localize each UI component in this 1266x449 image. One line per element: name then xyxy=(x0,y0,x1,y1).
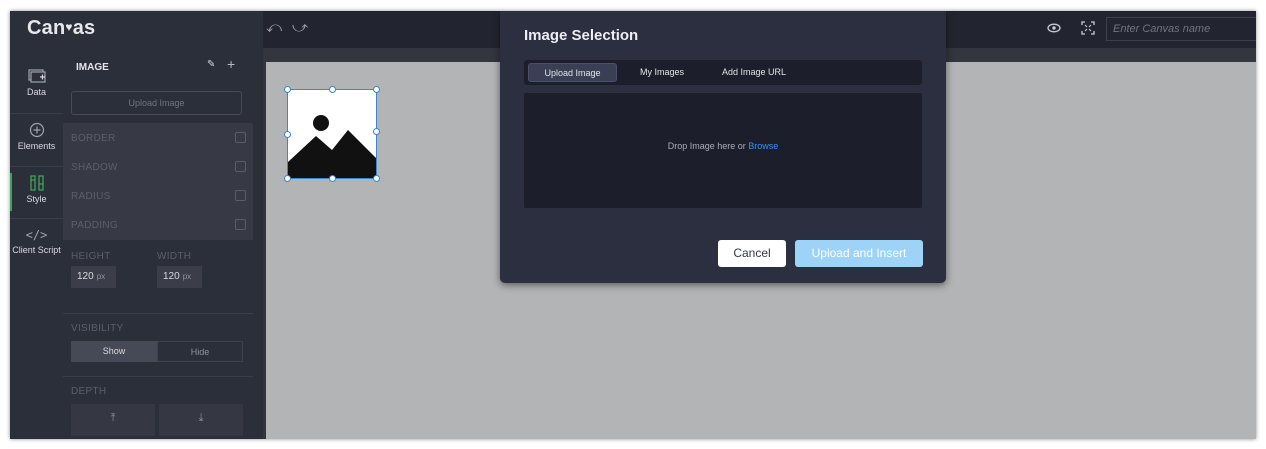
upload-image-button[interactable]: Upload Image xyxy=(71,91,242,115)
width-input[interactable]: 120 px xyxy=(157,266,202,288)
upload-and-insert-button[interactable]: Upload and Insert xyxy=(795,240,923,267)
image-drop-zone[interactable]: Drop Image here or Browse xyxy=(524,93,922,208)
width-label: WIDTH xyxy=(157,251,192,262)
rail-item-elements[interactable]: Elements xyxy=(10,122,63,151)
tab-upload-image[interactable]: Upload Image xyxy=(528,63,617,82)
image-selection-modal: Image Selection Upload Image My Images A… xyxy=(500,11,946,283)
style-icon xyxy=(29,175,44,191)
resize-handle[interactable] xyxy=(373,175,380,182)
edit-pencil-icon[interactable]: ✎ xyxy=(207,59,215,70)
visibility-show-button[interactable]: Show xyxy=(71,341,157,362)
style-options: BORDER SHADOW RADIUS PADDING xyxy=(63,123,253,240)
resize-handle[interactable] xyxy=(329,86,336,93)
radius-checkbox[interactable] xyxy=(235,190,246,201)
height-label: HEIGHT xyxy=(71,251,111,262)
option-padding[interactable]: PADDING xyxy=(71,210,246,239)
rail-divider xyxy=(10,218,63,219)
resize-handle[interactable] xyxy=(284,86,291,93)
image-placeholder-icon xyxy=(288,115,376,178)
padding-checkbox[interactable] xyxy=(235,219,246,230)
option-shadow[interactable]: SHADOW xyxy=(71,152,246,181)
rail-item-style[interactable]: Style xyxy=(10,175,63,204)
depth-label: DEPTH xyxy=(71,386,107,397)
tab-my-images[interactable]: My Images xyxy=(632,63,692,82)
visibility-label: VISIBILITY xyxy=(71,323,124,334)
resize-handle[interactable] xyxy=(329,175,336,182)
resize-handle[interactable] xyxy=(284,175,291,182)
resize-handle[interactable] xyxy=(373,128,380,135)
image-element[interactable] xyxy=(284,86,380,182)
fullscreen-icon[interactable] xyxy=(1081,21,1095,35)
rail-divider xyxy=(10,166,63,167)
canvas-name-input[interactable]: Enter Canvas name xyxy=(1106,17,1256,41)
bring-forward-icon[interactable]: ⤒ xyxy=(71,404,155,436)
app-logo: Can♥as xyxy=(10,11,263,48)
redo-icon[interactable]: ⤻ xyxy=(292,19,308,36)
logo-heart-icon: ♥ xyxy=(65,20,73,34)
panel-divider xyxy=(63,376,253,377)
canvas-ruler xyxy=(263,62,266,439)
option-radius[interactable]: RADIUS xyxy=(71,181,246,210)
rail-item-data[interactable]: Data xyxy=(10,68,63,97)
tab-add-image-url[interactable]: Add Image URL xyxy=(714,63,794,82)
data-icon xyxy=(27,69,46,83)
properties-panel: IMAGE ✎ + Upload Image BORDER SHADOW RAD… xyxy=(63,48,263,439)
panel-title: IMAGE xyxy=(76,62,109,73)
code-icon: </> xyxy=(25,228,48,242)
icon-rail: Data Elements Style </> Client Script xyxy=(10,48,63,439)
resize-handle[interactable] xyxy=(373,86,380,93)
resize-handle[interactable] xyxy=(284,131,291,138)
option-border[interactable]: BORDER xyxy=(71,123,246,152)
rail-item-client-script[interactable]: </> Client Script xyxy=(10,228,63,255)
app-window: Can♥as ⤺ ⤻ Enter Canvas name Data Elemen… xyxy=(10,11,1256,439)
cancel-button[interactable]: Cancel xyxy=(718,240,786,267)
panel-divider xyxy=(63,313,253,314)
modal-tabs: Upload Image My Images Add Image URL xyxy=(524,60,922,85)
add-icon[interactable]: + xyxy=(227,56,235,72)
rail-divider xyxy=(10,113,63,114)
send-backward-icon[interactable]: ⤓ xyxy=(159,404,243,436)
preview-eye-icon[interactable] xyxy=(1047,21,1061,35)
border-checkbox[interactable] xyxy=(235,132,246,143)
elements-icon xyxy=(29,122,44,138)
browse-link[interactable]: Browse xyxy=(748,141,778,151)
height-input[interactable]: 120 px xyxy=(71,266,116,288)
shadow-checkbox[interactable] xyxy=(235,161,246,172)
modal-title: Image Selection xyxy=(524,27,639,44)
undo-icon[interactable]: ⤺ xyxy=(266,19,282,36)
visibility-hide-button[interactable]: Hide xyxy=(157,341,243,362)
